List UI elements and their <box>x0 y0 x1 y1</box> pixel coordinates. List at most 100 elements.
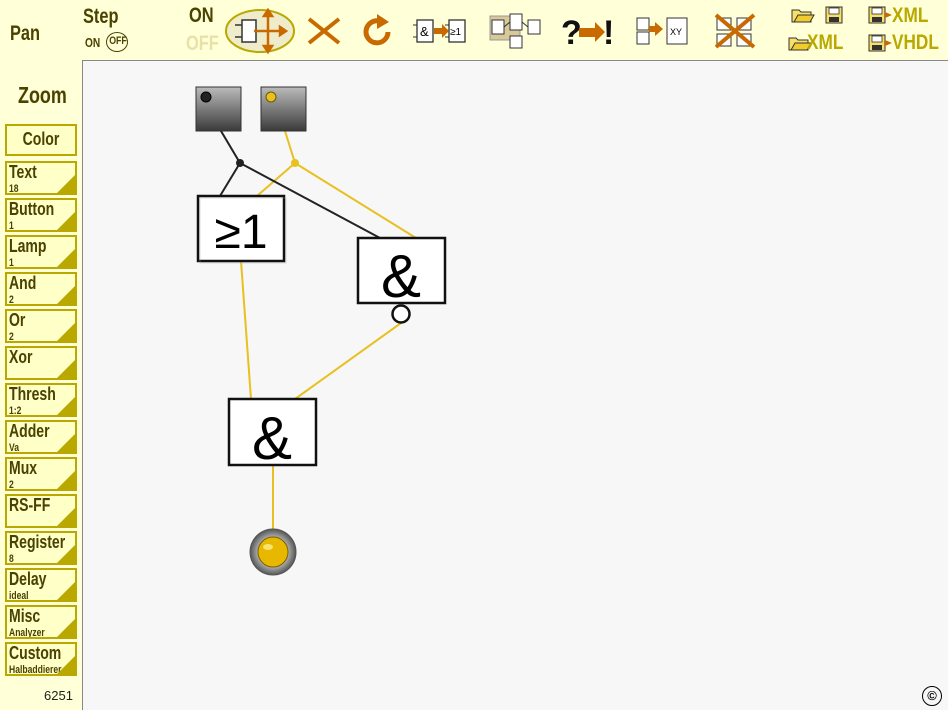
step-label: Step <box>83 5 119 28</box>
rotate-icon[interactable] <box>359 14 397 48</box>
open-folder-icon[interactable] <box>791 6 815 24</box>
sidebar-item-sub: 1:2 <box>9 405 22 417</box>
sidebar-item-label: Xor <box>9 347 33 367</box>
sidebar-item-register[interactable]: Register 8 <box>5 531 77 565</box>
svg-text:XY: XY <box>670 27 682 37</box>
and-to-or-icon[interactable]: & ≥1 <box>411 14 469 48</box>
expand-corner-icon <box>57 545 75 563</box>
step-off-button[interactable]: OFF <box>106 32 128 52</box>
expand-corner-icon <box>57 249 75 267</box>
output-lamp[interactable] <box>249 528 297 576</box>
move-tool-icon[interactable] <box>224 6 296 56</box>
sidebar-item-misc[interactable]: Misc Analyzer <box>5 605 77 639</box>
expand-corner-icon <box>57 619 75 637</box>
sidebar-item-lamp[interactable]: Lamp 1 <box>5 235 77 269</box>
circuit-diagram: ≥1 & & <box>195 86 447 576</box>
sidebar-item-adder[interactable]: Adder Va <box>5 420 77 454</box>
sidebar-item-label: Misc <box>9 606 41 626</box>
and-gate[interactable]: & <box>227 397 318 472</box>
and-gate-inverted[interactable]: & <box>356 236 447 324</box>
save-vhdl-button[interactable]: VHDL <box>892 31 939 55</box>
sidebar-item-label: And <box>9 273 37 293</box>
color-label: Color <box>22 129 60 149</box>
expand-corner-icon <box>57 212 75 230</box>
color-button[interactable]: Color <box>5 124 77 156</box>
lamp-highlight <box>263 544 273 550</box>
delete-icon[interactable] <box>306 16 342 46</box>
sidebar-item-thresh[interactable]: Thresh 1:2 <box>5 383 77 417</box>
sidebar-item-and[interactable]: And 2 <box>5 272 77 306</box>
junction-dot <box>236 159 244 167</box>
sidebar-item-xor[interactable]: Xor <box>5 346 77 380</box>
sidebar-item-label: Thresh <box>9 384 56 404</box>
pan-button[interactable]: Pan <box>10 22 40 46</box>
wire <box>240 260 252 400</box>
expand-corner-icon <box>57 286 75 304</box>
wire <box>294 322 402 400</box>
sidebar-item-custom[interactable]: Custom Halbaddierer <box>5 642 77 676</box>
and-gate-symbol: & <box>252 405 292 472</box>
simulation-on-button[interactable]: ON <box>189 4 214 28</box>
sidebar-item-label: Or <box>9 310 26 330</box>
lamp-bulb <box>257 536 289 568</box>
sidebar-item-label: Custom <box>9 643 62 663</box>
sidebar-item-label: Adder <box>9 421 50 441</box>
step-off-label: OFF <box>109 35 127 47</box>
sidebar-item-label: Text <box>9 162 37 182</box>
sidebar-item-sub: Analyzer <box>9 627 45 639</box>
open-xml-button[interactable]: XML <box>807 31 843 55</box>
and-gate-symbol: & <box>381 243 421 310</box>
wire <box>294 162 417 239</box>
wire <box>256 162 296 197</box>
sidebar-item-rs-ff[interactable]: RS-FF <box>5 494 77 528</box>
expand-corner-icon <box>57 434 75 452</box>
wire <box>220 130 241 164</box>
wire <box>219 162 241 197</box>
sidebar-item-sub: Va <box>9 442 20 454</box>
component-sidebar: Zoom Color Text 18 Button 1 Lamp 1 And 2 Or 2… <box>0 60 82 710</box>
question-to-exclaim-icon[interactable]: ? ! <box>561 12 615 48</box>
simulation-off-button[interactable]: OFF <box>186 32 219 56</box>
expand-corner-icon <box>57 323 75 341</box>
sidebar-item-mux[interactable]: Mux 2 <box>5 457 77 491</box>
group-icon[interactable] <box>488 10 546 52</box>
sidebar-item-label: RS-FF <box>9 495 51 515</box>
input-button-1[interactable] <box>195 86 242 132</box>
sidebar-item-delay[interactable]: Delay ideal <box>5 568 77 602</box>
circuit-canvas[interactable]: ≥1 & & © <box>82 60 948 710</box>
object-counter: 6251 <box>44 688 73 703</box>
save-disk-icon[interactable] <box>825 6 843 24</box>
svg-text:≥1: ≥1 <box>450 27 461 38</box>
sidebar-item-sub: Halbaddierer <box>9 664 62 676</box>
junction-dot <box>291 159 299 167</box>
delete-group-icon[interactable] <box>713 12 759 50</box>
sidebar-item-label: Mux <box>9 458 38 478</box>
zoom-button[interactable]: Zoom <box>18 82 67 109</box>
app-window: Pan Step ON OFF ON OFF & ≥1 ? ! XY XML X… <box>0 0 948 710</box>
sidebar-item-sub: 2 <box>9 294 14 306</box>
sidebar-item-sub: 18 <box>9 183 19 195</box>
expand-corner-icon <box>57 582 75 600</box>
expand-corner-icon <box>57 360 75 378</box>
sidebar-item-label: Delay <box>9 569 47 589</box>
button-state-led <box>265 91 277 103</box>
sidebar-item-sub: 1 <box>9 257 14 269</box>
top-toolbar: Pan Step ON OFF ON OFF & ≥1 ? ! XY XML X… <box>0 0 948 60</box>
sidebar-item-sub: ideal <box>9 590 29 602</box>
svg-text:!: ! <box>603 14 614 48</box>
sidebar-item-sub: 1 <box>9 220 14 232</box>
or-gate[interactable]: ≥1 <box>196 194 287 264</box>
sidebar-item-button[interactable]: Button 1 <box>5 198 77 232</box>
wire <box>284 130 296 164</box>
or-gate-symbol: ≥1 <box>214 206 267 259</box>
sidebar-item-or[interactable]: Or 2 <box>5 309 77 343</box>
button-state-led <box>200 91 212 103</box>
xy-icon[interactable]: XY <box>633 14 691 48</box>
save-xml-button[interactable]: XML <box>892 4 928 28</box>
svg-text:&: & <box>420 24 429 39</box>
step-on-button[interactable]: ON <box>85 35 100 50</box>
expand-corner-icon <box>57 656 75 674</box>
sidebar-item-text[interactable]: Text 18 <box>5 161 77 195</box>
input-button-2[interactable] <box>260 86 307 132</box>
copyright-icon[interactable]: © <box>922 686 942 706</box>
